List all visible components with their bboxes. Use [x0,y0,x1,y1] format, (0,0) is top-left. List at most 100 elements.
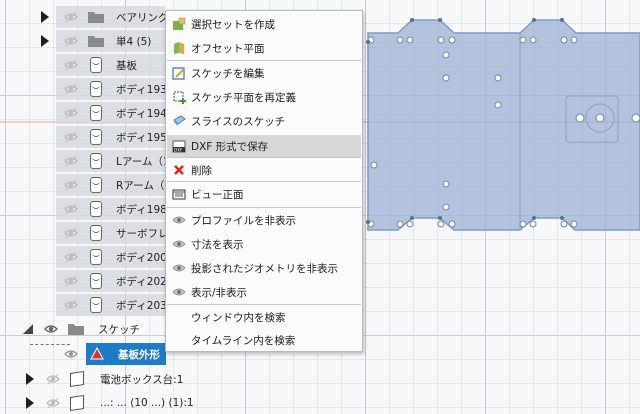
expand-arrow-icon[interactable] [26,397,34,409]
menu-item-label: スケッチ平面を再定義 [191,91,296,104]
browser-component[interactable]: 電池ボックス台:1 [0,368,260,390]
menu-item-label: オフセット平面 [191,42,265,55]
browser-item-label: 単4 (5) [116,35,152,48]
menu-item-14[interactable]: タイムライン内を検索 [167,329,361,351]
visibility-eye-icon[interactable] [46,396,60,410]
menu-item-label: ウィンドウ内を検索 [191,311,286,324]
folder-icon [88,12,104,23]
visibility-eye-icon[interactable] [64,226,78,240]
browser-item-label: 基板 [116,59,137,72]
menu-separator [167,181,361,182]
visibility-eye-icon[interactable] [64,298,78,312]
visibility-eye-icon[interactable] [64,130,78,144]
browser-item-label: ボディ200 [116,251,167,264]
folder-icon [68,324,84,335]
visibility-eye-icon[interactable] [64,82,78,96]
browser-component[interactable]: ...: ... (10 ...) (1):1 [0,392,260,414]
menu-separator [167,60,361,61]
browser-item[interactable]: Lアーム（1 [0,150,170,172]
menu-item-6[interactable]: DXF DXF 形式で保存 [167,135,361,157]
context-menu: 選択セットを作成 オフセット平面 スケッチを編集スケッチ平面を再定義 スライスのスケッ… [165,10,363,352]
sketch-icon [90,347,104,360]
menu-item-10[interactable]: 寸法を表示 [167,233,361,255]
visibility-eye-icon[interactable] [64,10,78,24]
browser-item[interactable]: ボディ193 [0,78,167,100]
expand-arrow-icon[interactable] [41,11,49,23]
browser-item[interactable]: ベアリング（ [0,6,179,28]
visibility-eye-icon[interactable] [64,154,78,168]
visibility-eye-icon[interactable] [64,347,78,361]
body-icon [90,129,102,145]
menu-item-5[interactable]: スライスのスケッチ [167,110,361,132]
menu-item-13[interactable]: ウィンドウ内を検索 [167,306,361,328]
browser-item[interactable]: ボディ195 [0,126,167,148]
menu-item-label: スケッチを編集 [191,67,265,80]
body-icon [90,201,102,217]
selection-set-icon [173,17,186,30]
eye-icon [172,264,186,272]
browser-item-label: ボディ194 [116,107,167,120]
body-icon [90,273,102,289]
browser-item-label: ボディ202 [116,275,167,288]
browser-item-selected-sketch[interactable]: 基板外形 [86,343,166,365]
menu-item-12[interactable]: 表示/非表示 [167,281,361,303]
visibility-eye-icon[interactable] [46,372,60,386]
menu-item-label: スライスのスケッチ [191,115,286,128]
visibility-eye-icon[interactable] [64,34,78,48]
browser-item[interactable]: 単4 (5) [0,30,165,52]
browser-item[interactable]: ボディ200 [0,246,167,268]
expand-arrow-icon[interactable] [26,373,34,385]
browser-item[interactable]: サーボフレー [0,222,179,244]
slice-sketch-icon [173,115,186,126]
visibility-eye-icon[interactable] [64,202,78,216]
menu-item-label: 投影されたジオメトリを非表示 [191,262,338,275]
look-at-icon [172,189,186,200]
body-icon [90,225,102,241]
visibility-eye-icon[interactable] [64,58,78,72]
visibility-eye-icon[interactable] [64,178,78,192]
folder-icon [88,36,104,47]
browser-item[interactable]: ボディ194 [0,102,167,124]
expand-arrow-icon[interactable] [41,35,49,47]
browser-item[interactable]: ボディ198 [0,198,167,220]
menu-item-label: 削除 [191,164,212,177]
menu-item-1[interactable]: 選択セットを作成 [167,13,361,35]
menu-item-label: 寸法を表示 [191,238,244,251]
menu-item-11[interactable]: 投影されたジオメトリを非表示 [167,257,361,279]
visibility-eye-icon[interactable] [64,106,78,120]
menu-item-7[interactable]: 削除 [167,159,361,181]
menu-item-9[interactable]: プロファイルを非表示 [167,209,361,231]
menu-item-label: プロファイルを非表示 [191,214,296,227]
browser-item[interactable]: ボディ202 [0,270,167,292]
menu-item-8[interactable]: ビュー正面 [167,183,361,205]
menu-separator [167,304,361,305]
visibility-eye-icon[interactable] [64,274,78,288]
menu-item-label: タイムライン内を検索 [191,334,296,347]
visibility-eye-icon[interactable] [64,250,78,264]
visibility-eye-icon[interactable] [44,322,58,336]
browser-item[interactable]: Rアーム（1 [0,174,171,196]
component-label: ...: ... (10 ...) (1):1 [100,397,194,409]
body-icon [90,177,102,193]
menu-item-3[interactable]: スケッチを編集 [167,62,361,84]
browser-item-sketch-folder[interactable]: スケッチ [0,318,165,340]
browser-item[interactable]: ボディ203 [0,294,167,316]
collapse-arrow-icon[interactable] [22,323,34,335]
browser-item[interactable]: 基板 [0,54,165,76]
eye-icon [172,216,186,224]
menu-item-label: 選択セットを作成 [191,18,275,31]
browser-item-label: Lアーム（1 [116,155,170,168]
delete-icon [174,165,184,175]
menu-separator [167,157,361,158]
browser-item-label: Rアーム（1 [116,179,172,192]
menu-item-2[interactable]: オフセット平面 [167,37,361,59]
eye-icon [172,240,186,248]
menu-separator [167,207,361,208]
board-outline-sketch[interactable] [366,18,640,231]
menu-item-4[interactable]: スケッチ平面を再定義 [167,86,361,108]
browser-item-label: ボディ198 [116,203,167,216]
tree-connector [30,344,70,345]
component-icon [70,371,84,387]
component-icon [70,395,84,411]
browser-item-label: ボディ193 [116,83,167,96]
